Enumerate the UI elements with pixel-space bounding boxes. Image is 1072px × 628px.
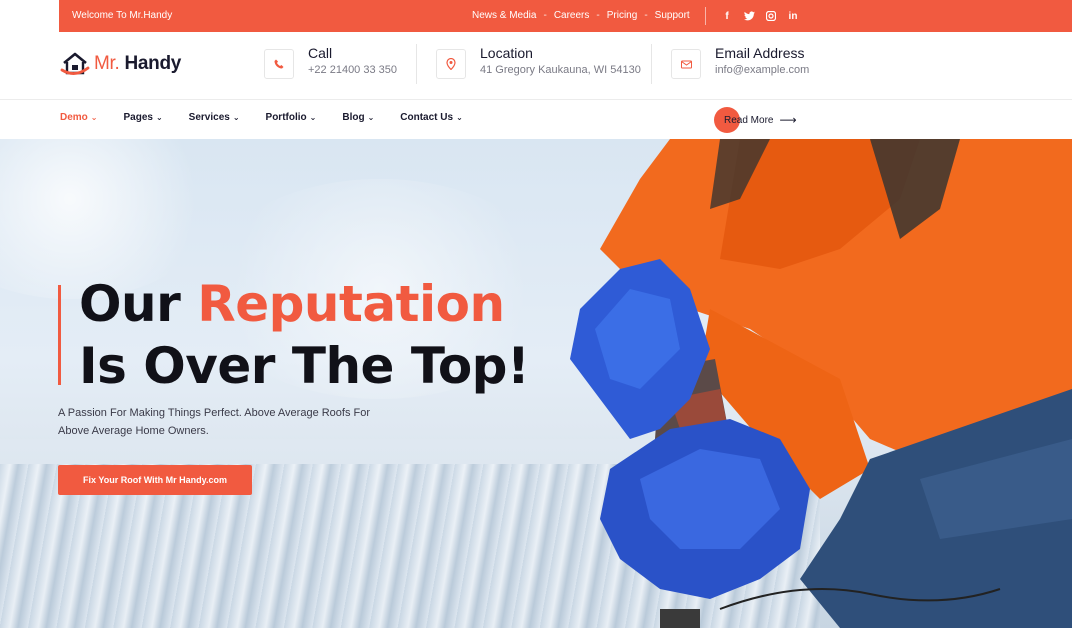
logo[interactable]: Mr. Handy (60, 51, 181, 77)
social-divider (705, 7, 706, 25)
nav-item-demo[interactable]: Demo ⌄ (60, 112, 98, 123)
hero-title-accent: Reputation (197, 275, 505, 333)
call-number[interactable]: +22 21400 33 350 (308, 64, 397, 76)
logo-prefix: Mr. (94, 53, 120, 74)
chevron-down-icon: ⌄ (232, 113, 240, 122)
email-info: Email Address info@example.com (671, 45, 809, 79)
nav-item-contact-us[interactable]: Contact Us ⌄ (400, 112, 463, 123)
top-link-separator: - (644, 10, 648, 21)
top-link-careers[interactable]: Careers (554, 10, 590, 21)
chevron-down-icon: ⌄ (309, 113, 317, 122)
header: Mr. Handy Call +22 21400 33 350 Location… (0, 32, 1072, 100)
read-more-button[interactable]: Read More ⟶ (714, 107, 797, 133)
twitter-icon[interactable] (738, 6, 760, 26)
header-divider (416, 44, 417, 84)
top-link-separator: - (543, 10, 547, 21)
location-info: Location 41 Gregory Kaukauna, WI 54130 (436, 45, 641, 79)
nav-item-label: Demo (60, 112, 88, 123)
call-title: Call (308, 45, 333, 61)
hero-title-line-2: Is Over The Top! (79, 337, 530, 395)
top-link-separator: - (596, 10, 600, 21)
logo-name: Handy (124, 53, 182, 74)
nav-item-portfolio[interactable]: Portfolio ⌄ (266, 112, 317, 123)
page: Welcome To Mr.Handy News & Media - Caree… (0, 0, 1072, 628)
top-links: News & Media - Careers - Pricing - Suppo… (472, 10, 690, 21)
nav-item-label: Blog (342, 112, 365, 123)
linkedin-icon[interactable]: in (782, 6, 804, 26)
house-logo-icon (60, 51, 90, 77)
email-title: Email Address (715, 45, 805, 61)
chevron-down-icon: ⌄ (155, 113, 163, 122)
main-nav: Demo ⌄ Pages ⌄ Services ⌄ Portfolio ⌄ Blog ⌄ … (0, 100, 1072, 138)
top-link-news-media[interactable]: News & Media (472, 10, 536, 21)
nav-item-label: Portfolio (265, 112, 307, 123)
top-link-pricing[interactable]: Pricing (607, 10, 638, 21)
call-info: Call +22 21400 33 350 (264, 45, 397, 79)
chevron-down-icon: ⌄ (90, 113, 98, 122)
nav-item-label: Services (188, 112, 230, 123)
nav-item-pages[interactable]: Pages ⌄ (124, 112, 163, 123)
location-title: Location (480, 45, 533, 61)
top-bar: Welcome To Mr.Handy News & Media - Caree… (59, 0, 1072, 32)
hero-title: Our Reputation Is Over The Top! (79, 273, 530, 397)
instagram-icon[interactable] (760, 6, 782, 26)
header-divider (651, 44, 652, 84)
roofer-worker-image (570, 139, 1072, 628)
hero-title-plain: Our (79, 275, 181, 333)
nav-item-blog[interactable]: Blog ⌄ (342, 112, 374, 123)
welcome-text: Welcome To Mr.Handy (72, 10, 173, 21)
envelope-icon (671, 49, 701, 79)
hero-subtitle: A Passion For Making Things Perfect. Abo… (58, 407, 371, 437)
hero-section: Our Reputation Is Over The Top! A Passio… (0, 139, 1072, 628)
fix-roof-cta-button[interactable]: Fix Your Roof With Mr Handy.com (58, 465, 252, 495)
hero-title-line-1: Our Reputation (79, 273, 529, 335)
email-address[interactable]: info@example.com (715, 64, 809, 76)
nav-item-services[interactable]: Services ⌄ (189, 112, 240, 123)
chevron-down-icon: ⌄ (456, 113, 463, 122)
nav-item-label: Contact Us (400, 112, 454, 123)
location-pin-icon (436, 49, 466, 79)
arrow-right-icon: ⟶ (779, 113, 797, 127)
hero-accent-bar (58, 285, 61, 385)
chevron-down-icon: ⌄ (367, 113, 375, 122)
nav-items: Demo ⌄ Pages ⌄ Services ⌄ Portfolio ⌄ Blog ⌄ … (60, 112, 489, 123)
top-link-support[interactable]: Support (655, 10, 690, 21)
logo-text: Mr. Handy (94, 53, 181, 75)
phone-icon (264, 49, 294, 79)
location-address: 41 Gregory Kaukauna, WI 54130 (480, 64, 641, 76)
read-more-label: Read More (724, 114, 774, 126)
nav-item-label: Pages (123, 112, 153, 123)
facebook-icon[interactable]: f (716, 6, 738, 26)
social-links: f in (705, 6, 804, 26)
